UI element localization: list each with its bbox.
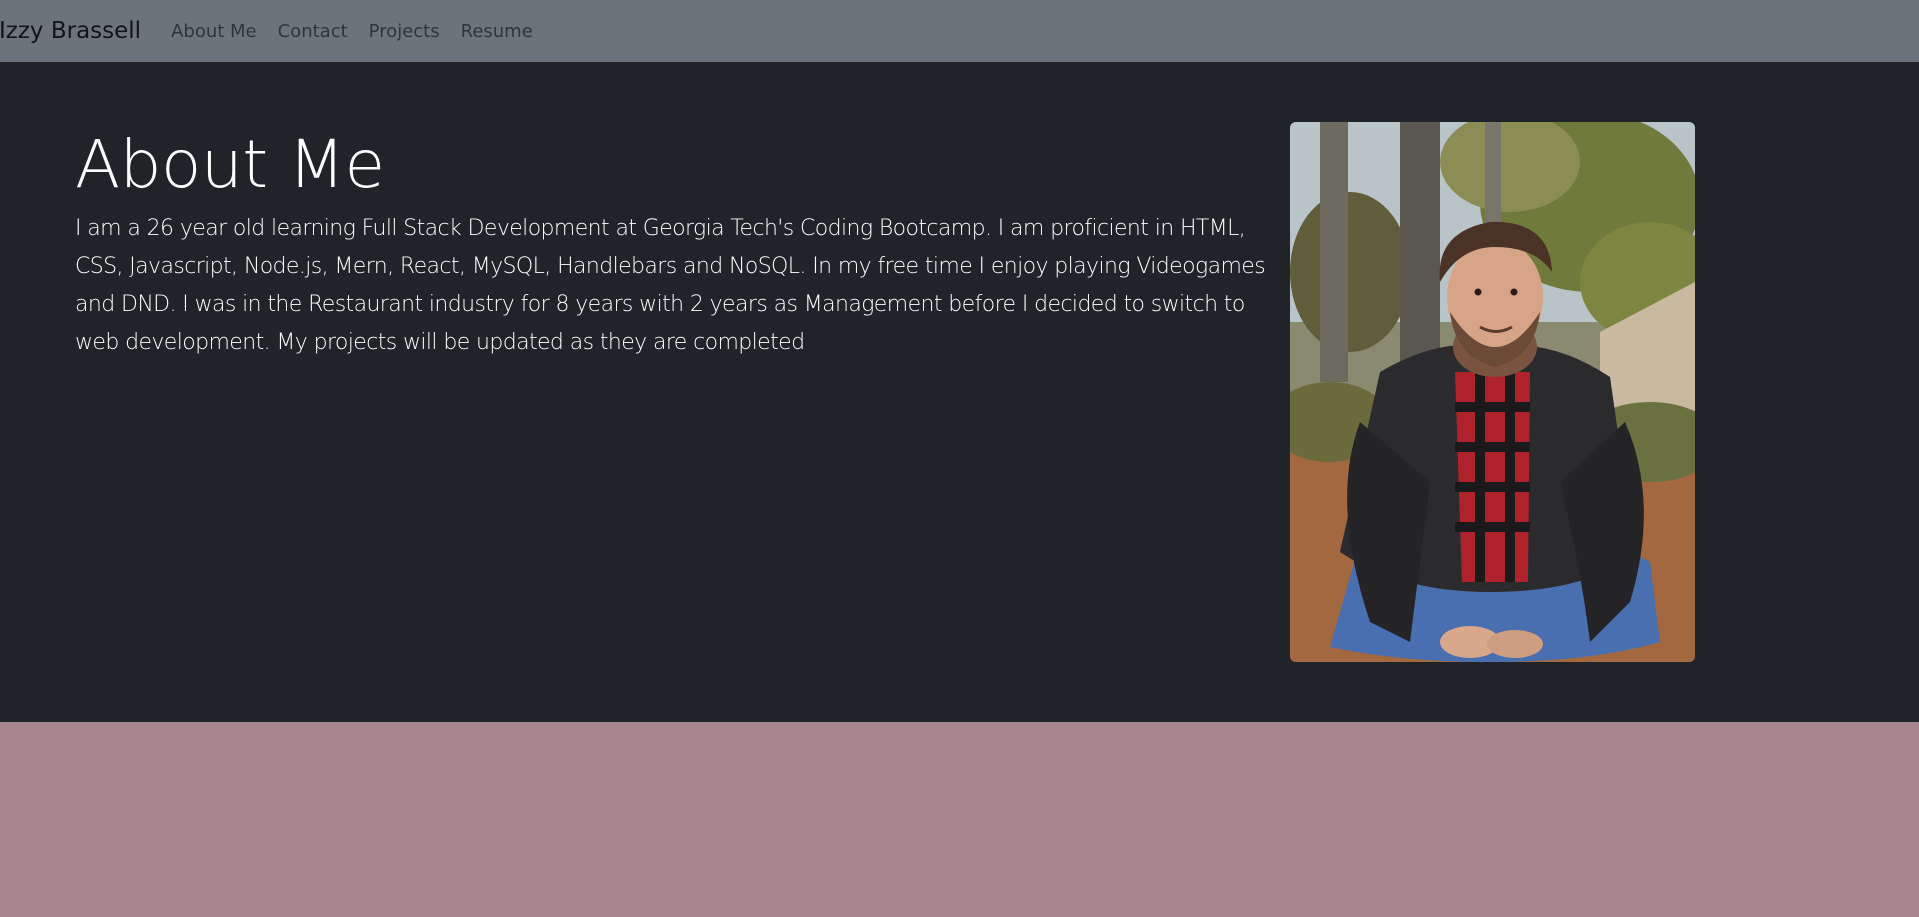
nav-link-about-me[interactable]: About Me xyxy=(171,21,257,42)
profile-photo xyxy=(1290,122,1695,662)
nav-link-contact[interactable]: Contact xyxy=(278,21,348,42)
navbar: Izzy Brassell About Me Contact Projects … xyxy=(0,0,1919,62)
about-section: About Me I am a 26 year old learning Ful… xyxy=(0,62,1919,722)
footer-area xyxy=(0,722,1919,917)
nav-link-projects[interactable]: Projects xyxy=(369,21,440,42)
brand-link[interactable]: Izzy Brassell xyxy=(0,18,141,44)
nav-links: About Me Contact Projects Resume xyxy=(171,21,554,42)
nav-link-resume[interactable]: Resume xyxy=(461,21,533,42)
about-text-block: About Me I am a 26 year old learning Ful… xyxy=(75,128,1290,362)
about-description: I am a 26 year old learning Full Stack D… xyxy=(75,216,1266,355)
about-title: About Me xyxy=(75,126,385,203)
